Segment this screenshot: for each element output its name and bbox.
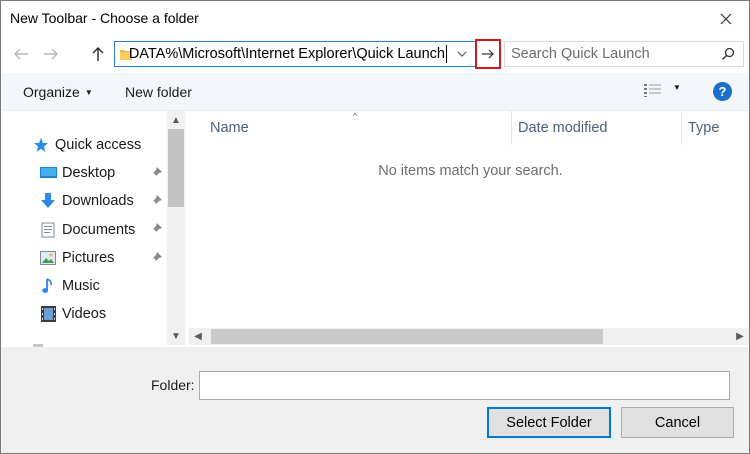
pin-icon[interactable] — [149, 194, 163, 208]
nav-item-videos[interactable]: Videos — [39, 303, 106, 325]
address-dropdown-button[interactable] — [452, 44, 472, 64]
documents-icon — [39, 222, 57, 238]
nav-item-music[interactable]: Music — [39, 275, 100, 297]
command-toolbar: Organize ▼ New folder ▼ ? — [1, 73, 749, 111]
pin-icon[interactable] — [149, 222, 163, 236]
desktop-icon — [39, 165, 57, 181]
pictures-icon — [39, 250, 57, 266]
nav-item-label: Videos — [62, 306, 107, 322]
back-arrow-icon — [14, 48, 28, 60]
nav-item-label: Music — [62, 278, 100, 294]
go-arrow-icon — [482, 49, 494, 59]
title-bar: New Toolbar - Choose a folder — [1, 1, 749, 37]
close-icon — [720, 13, 732, 25]
scroll-right-icon[interactable]: ▶ — [731, 328, 749, 345]
nav-item-label: Desktop — [62, 165, 116, 181]
folder-input[interactable] — [199, 371, 730, 400]
details-view-icon — [644, 84, 661, 97]
address-bar[interactable]: DATA%\Microsoft\Internet Explorer\Quick … — [114, 41, 476, 67]
up-button[interactable] — [86, 41, 110, 67]
select-folder-button[interactable]: Select Folder — [487, 407, 611, 438]
column-header-type[interactable]: Type — [688, 111, 719, 145]
go-button[interactable] — [475, 39, 501, 69]
organize-label: Organize — [23, 84, 80, 100]
text-caret — [446, 45, 447, 63]
address-path[interactable]: DATA%\Microsoft\Internet Explorer\Quick … — [129, 46, 445, 62]
nav-item-label: Downloads — [62, 193, 134, 209]
file-list-pane: ^ Name Date modified Type No items match… — [189, 111, 749, 345]
close-button[interactable] — [711, 5, 741, 33]
help-button[interactable]: ? — [713, 82, 732, 101]
organize-menu[interactable]: Organize ▼ — [23, 84, 93, 100]
content-horizontal-scrollbar[interactable]: ◀ ▶ — [189, 328, 749, 345]
star-icon — [32, 137, 50, 153]
nav-item-quick-access[interactable]: Quick access — [32, 134, 141, 156]
chevron-down-icon: ▼ — [84, 88, 93, 97]
nav-item-desktop[interactable]: Desktop — [39, 162, 115, 184]
scroll-up-icon[interactable]: ▲ — [167, 111, 185, 129]
scroll-down-icon[interactable]: ▼ — [167, 327, 185, 345]
back-button[interactable] — [9, 41, 33, 67]
column-header-date-modified[interactable]: Date modified — [518, 111, 607, 145]
folder-label: Folder: — [151, 377, 195, 393]
search-box[interactable] — [504, 41, 744, 67]
column-divider[interactable] — [511, 111, 512, 145]
forward-button[interactable] — [39, 41, 63, 67]
nav-item-pictures[interactable]: Pictures — [39, 247, 114, 269]
dialog-footer: Folder: Select Folder Cancel — [1, 347, 749, 453]
downloads-icon — [39, 193, 57, 209]
folder-picker-dialog: New Toolbar - Choose a folder DATA%\Micr… — [0, 0, 750, 454]
column-header-name[interactable]: Name — [210, 111, 249, 145]
nav-item-downloads[interactable]: Downloads — [39, 190, 134, 212]
pin-icon[interactable] — [149, 166, 163, 180]
search-input[interactable] — [505, 42, 715, 66]
sort-ascending-icon: ^ — [353, 111, 358, 121]
view-dropdown-icon[interactable]: ▼ — [673, 83, 681, 92]
nav-vertical-scrollbar[interactable]: ▲ ▼ — [167, 111, 185, 345]
cancel-button[interactable]: Cancel — [621, 407, 734, 438]
forward-arrow-icon — [44, 48, 58, 60]
pin-icon[interactable] — [149, 251, 163, 265]
up-arrow-icon — [92, 46, 104, 61]
nav-item-label: Quick access — [55, 137, 142, 153]
music-icon — [39, 278, 57, 294]
address-row: DATA%\Microsoft\Internet Explorer\Quick … — [1, 37, 749, 71]
search-icon[interactable] — [721, 47, 735, 61]
chevron-down-icon — [457, 51, 467, 57]
window-title: New Toolbar - Choose a folder — [10, 10, 199, 26]
nav-item-documents[interactable]: Documents — [39, 219, 135, 241]
scroll-left-icon[interactable]: ◀ — [189, 328, 207, 345]
view-options-button[interactable] — [644, 83, 662, 100]
scroll-thumb[interactable] — [168, 129, 184, 207]
videos-icon — [39, 306, 57, 322]
navigation-pane: Quick access Desktop Downloads Documents — [1, 111, 187, 345]
nav-item-label: Documents — [62, 222, 136, 238]
scroll-thumb[interactable] — [211, 329, 603, 344]
new-folder-button[interactable]: New folder — [125, 84, 192, 100]
column-divider[interactable] — [681, 111, 682, 145]
empty-message: No items match your search. — [378, 163, 563, 179]
nav-item-label: Pictures — [62, 250, 115, 266]
